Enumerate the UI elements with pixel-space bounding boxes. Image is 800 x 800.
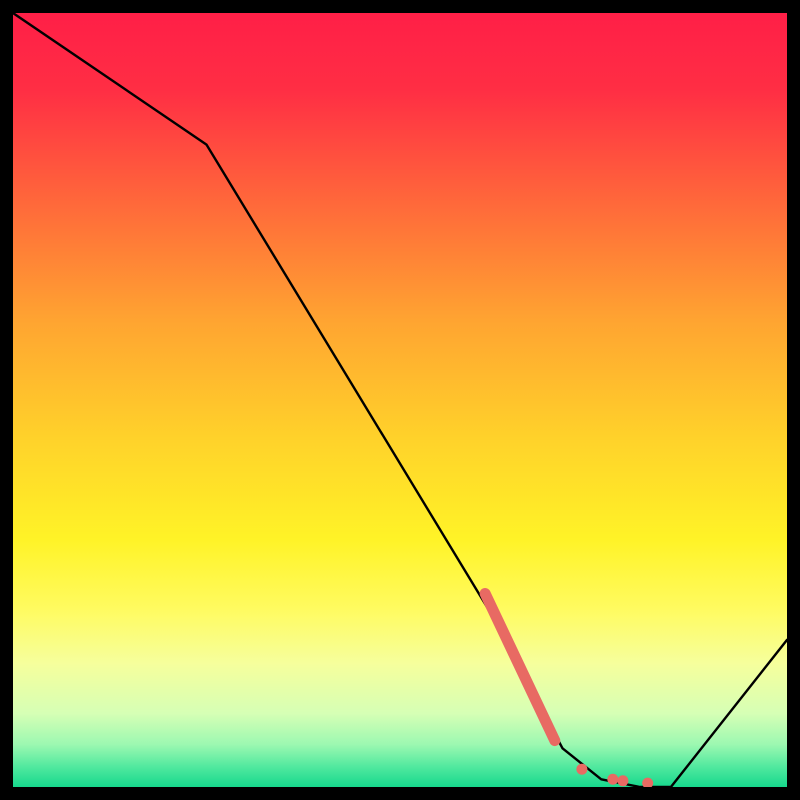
chart-frame: TheBottleneck.com — [13, 13, 787, 787]
highlight-dot — [607, 774, 618, 785]
bottleneck-chart — [13, 13, 787, 787]
highlight-dot — [617, 775, 628, 786]
highlight-dot — [576, 764, 587, 775]
gradient-background — [13, 13, 787, 787]
